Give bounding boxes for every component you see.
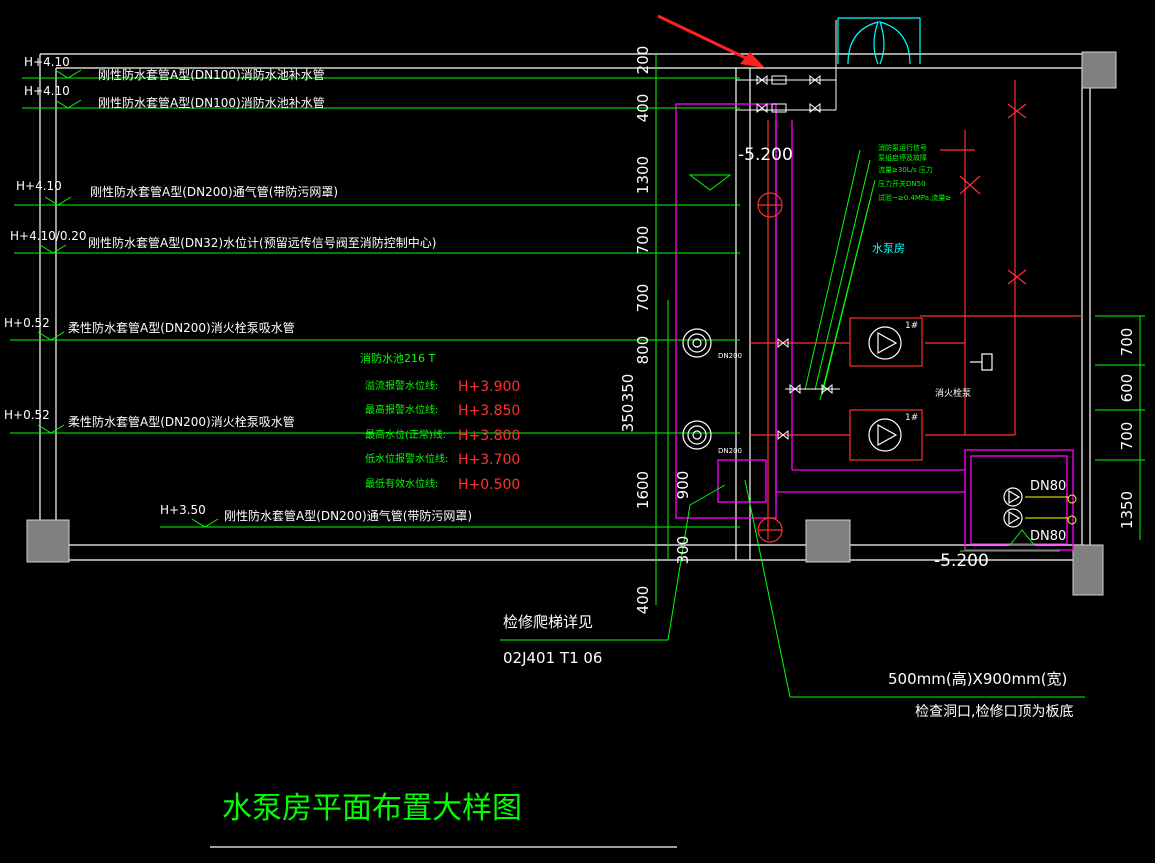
- water-level-label-0: 溢流报警水位线:: [365, 379, 438, 392]
- pipe-level-6: H+3.50: [160, 503, 206, 517]
- opening-note-0: 500mm(高)X900mm(宽): [888, 670, 1067, 688]
- opening-note-1: 检查洞口,检修口顶为板底: [915, 704, 1073, 720]
- dim-right-1: 600: [1118, 374, 1136, 403]
- dn-label-2: DN80: [1030, 479, 1066, 494]
- pipe-level-2: H+4.10: [16, 179, 62, 193]
- text-layer: H+4.10 刚性防水套管A型(DN100)消防水池补水管 H+4.10 刚性防水套管…: [4, 46, 1136, 826]
- ladder-note-1: 02J401 T1 06: [503, 649, 602, 667]
- dim-right-3: 1350: [1118, 491, 1136, 529]
- water-level-value-4: H+0.500: [458, 477, 520, 493]
- red-arrow: [657, 14, 765, 68]
- dn-label-1: DN200: [718, 447, 742, 455]
- dim-right-2: 700: [1118, 422, 1136, 451]
- ladder-note-0: 检修爬梯详见: [503, 613, 593, 631]
- small-note-1: 泵组启停及故障: [878, 153, 927, 162]
- yellow-markers: [1025, 494, 1077, 525]
- small-note-4: 试验~≥0.4MPa,流量≥: [878, 193, 951, 202]
- dim-left-2: 1300: [634, 156, 652, 194]
- small-note-3: 压力开关DN50: [878, 179, 926, 188]
- dim-left-4: 700: [634, 284, 652, 313]
- dim-left-1: 400: [634, 94, 652, 123]
- dim-left-0: 200: [634, 46, 652, 75]
- pipe-label-2: 刚性防水套管A型(DN200)通气管(带防污网罩): [90, 184, 338, 199]
- hydrant-pump-label: 消火栓泵: [935, 387, 971, 399]
- pump-room-drawing: H+4.10 刚性防水套管A型(DN100)消防水池补水管 H+4.10 刚性防水套管…: [4, 14, 1145, 848]
- pipe-label-3: 刚性防水套管A型(DN32)水位计(预留远传信号阀至消防控制中心): [88, 235, 436, 250]
- water-level-label-1: 最高报警水位线:: [365, 403, 438, 416]
- valves: [736, 20, 840, 441]
- pipe-level-3: H+4.10/0.20: [10, 229, 87, 243]
- pipe-label-0: 刚性防水套管A型(DN100)消防水池补水管: [98, 67, 325, 82]
- pipe-level-0: H+4.10: [24, 55, 70, 69]
- door-arc: [837, 17, 921, 65]
- water-level-label-4: 最低有效水位线:: [365, 477, 438, 490]
- dn-label-0: DN200: [718, 352, 742, 360]
- water-level-label-2: 最高水位(正常)线:: [365, 428, 446, 441]
- pipe-level-5: H+0.52: [4, 408, 50, 422]
- small-note-2: 流量≥30L/s 压力: [878, 165, 933, 174]
- elevation-bottom: -5.200: [934, 551, 989, 571]
- water-level-value-1: H+3.850: [458, 403, 520, 419]
- water-level-label-3: 低水位报警水位线:: [365, 452, 448, 465]
- pump-tag-1: 1#: [905, 413, 918, 423]
- pipe-level-1: H+4.10: [24, 84, 70, 98]
- dim-left-5: 800: [634, 336, 652, 365]
- dim-left-8: 1600: [634, 471, 652, 509]
- dim-left-10: 300: [674, 536, 692, 565]
- small-note-0: 消防泵运行信号: [878, 143, 927, 152]
- pipe-level-4: H+0.52: [4, 316, 50, 330]
- dn-label-3: DN80: [1030, 529, 1066, 544]
- pipe-label-4: 柔性防水套管A型(DN200)消火栓泵吸水管: [68, 320, 295, 335]
- pipe-label-1: 刚性防水套管A型(DN100)消防水池补水管: [98, 95, 325, 110]
- water-level-value-2: H+3.800: [458, 428, 520, 444]
- dim-left-6: 350: [619, 374, 637, 403]
- water-level-value-0: H+3.900: [458, 379, 520, 395]
- dim-left-11: 400: [634, 586, 652, 615]
- water-level-value-3: H+3.700: [458, 452, 520, 468]
- dim-left-7: 350: [619, 404, 637, 433]
- dim-right-0: 700: [1118, 328, 1136, 357]
- pipe-label-6: 刚性防水套管A型(DN200)通气管(带防污网罩): [224, 508, 472, 523]
- pipe-label-5: 柔性防水套管A型(DN200)消火栓泵吸水管: [68, 414, 295, 429]
- elevation-top: -5.200: [738, 145, 793, 165]
- level-markers: [37, 69, 219, 528]
- pump-room-label: 水泵房: [872, 242, 905, 255]
- pump-tag-0: 1#: [905, 321, 918, 331]
- dim-left-9: 900: [674, 471, 692, 500]
- tank-title: 消防水池216 T: [360, 351, 435, 365]
- dim-left-3: 700: [634, 226, 652, 255]
- drawing-title: 水泵房平面布置大样图: [222, 791, 522, 826]
